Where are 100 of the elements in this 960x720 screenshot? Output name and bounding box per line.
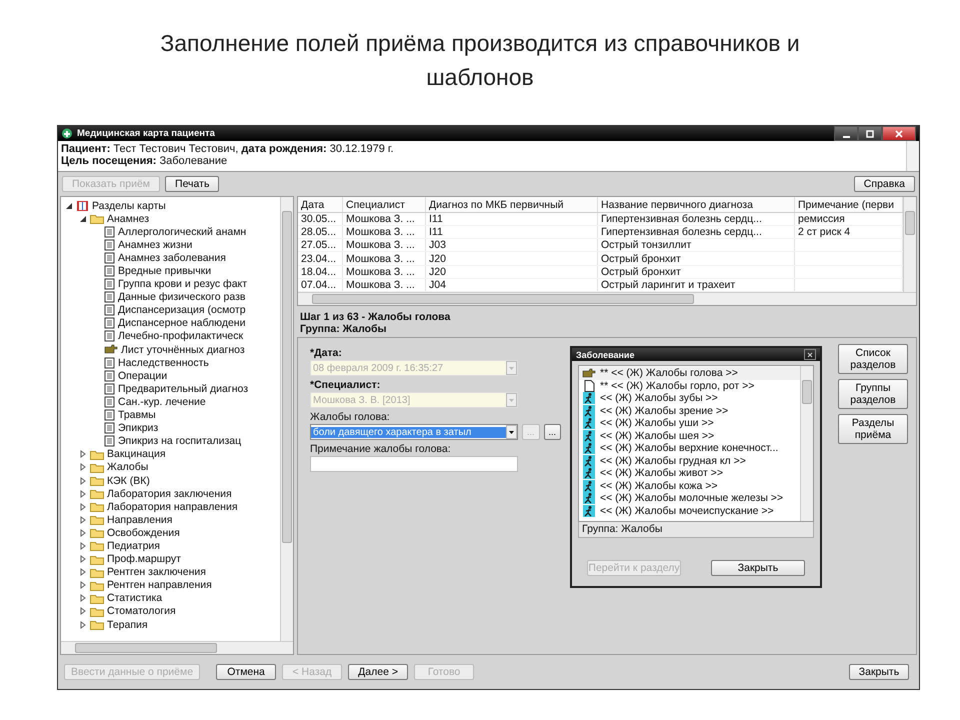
tree-item[interactable]: Педиатрия: [107, 540, 160, 552]
close-icon: [807, 352, 813, 358]
list-item[interactable]: << (Ж) Жалобы мочеиспускание >>: [579, 504, 800, 517]
close-button[interactable]: [804, 349, 816, 360]
scrollbar[interactable]: [903, 197, 916, 292]
list-item[interactable]: ** << (Ж) Жалобы голова >>: [579, 367, 800, 380]
minimize-button[interactable]: [834, 126, 858, 141]
tree-item[interactable]: Группа крови и резус факт: [118, 278, 248, 290]
expander-icon[interactable]: [79, 476, 87, 485]
scrollbar[interactable]: [61, 641, 293, 654]
tree-item[interactable]: Эпикриз на госпитализац: [118, 435, 242, 448]
tree-item[interactable]: КЭК (ВК): [107, 474, 150, 487]
folder-icon: [90, 213, 104, 224]
walking-figure-icon: [582, 417, 596, 430]
scrollbar[interactable]: [906, 141, 919, 171]
wizard-button[interactable]: Далее >: [348, 664, 408, 680]
walking-figure-icon: [582, 404, 596, 417]
expander-icon[interactable]: [79, 214, 87, 223]
tree-item[interactable]: Рентген направления: [107, 579, 212, 592]
tree-item[interactable]: Диспансеризация (осмотр: [118, 304, 246, 316]
list-item[interactable]: << (Ж) Жалобы кожа >>: [579, 480, 800, 492]
input-field[interactable]: [310, 456, 518, 472]
tree-item[interactable]: Освобождения: [107, 526, 180, 539]
tree-item[interactable]: Статистика: [107, 592, 162, 604]
step-group: Группа: Жалобы: [300, 323, 914, 335]
tree-item[interactable]: Травмы: [118, 409, 156, 422]
tree-item[interactable]: Стоматология: [107, 605, 176, 618]
dialog-button[interactable]: Закрыть: [711, 560, 805, 576]
side-button[interactable]: Список разделов: [838, 344, 908, 374]
expander-icon[interactable]: [65, 202, 73, 210]
expander-icon[interactable]: [79, 568, 87, 576]
tree-item[interactable]: Аллергологический анамн: [118, 226, 246, 238]
tree-item[interactable]: Предварительный диагноз: [118, 382, 248, 395]
expander-icon[interactable]: [79, 502, 87, 511]
column-header[interactable]: Примечание (перви: [794, 197, 902, 212]
tree-item[interactable]: Жалобы: [107, 461, 148, 474]
side-button[interactable]: Группы разделов: [838, 379, 908, 409]
list-item[interactable]: << (Ж) Жалобы грудная кл >>: [579, 454, 800, 467]
column-header[interactable]: Диагноз по МКБ первичный: [426, 197, 598, 212]
tree-item[interactable]: Диспансерное наблюдени: [118, 317, 246, 330]
table-cell: Острый бронхит: [601, 252, 681, 265]
toolbar-button[interactable]: Печать: [165, 176, 220, 192]
expander-icon[interactable]: [79, 542, 87, 550]
tree-item[interactable]: Анамнез заболевания: [118, 252, 226, 264]
tree-item[interactable]: Направления: [107, 514, 172, 526]
expander-icon[interactable]: [79, 607, 87, 616]
expander-icon[interactable]: [79, 528, 87, 537]
close-button[interactable]: [882, 126, 916, 141]
help-button[interactable]: Справка: [854, 176, 915, 192]
column-header[interactable]: Дата: [298, 197, 342, 212]
list-item[interactable]: << (Ж) Жалобы уши >>: [579, 417, 800, 430]
list-item[interactable]: << (Ж) Жалобы живот >>: [579, 467, 800, 480]
tree-item[interactable]: Наследственность: [118, 356, 209, 369]
column-header[interactable]: Специалист: [342, 197, 426, 212]
expander-icon[interactable]: [79, 581, 87, 590]
tree-item[interactable]: Эпикриз: [118, 422, 158, 434]
expander-icon[interactable]: [79, 555, 87, 564]
tree-item[interactable]: Данные физического разв: [118, 291, 246, 304]
tree-item[interactable]: Сан.-кур. лечение: [118, 396, 206, 408]
expander-icon[interactable]: [79, 490, 87, 498]
expander-icon[interactable]: [79, 516, 87, 524]
wizard-button[interactable]: Отмена: [216, 664, 276, 680]
close-window-button[interactable]: Закрыть: [849, 664, 909, 680]
tree-item[interactable]: Анамнез: [107, 212, 150, 225]
expander-icon[interactable]: [79, 594, 87, 602]
document-icon: [104, 278, 115, 290]
list-item[interactable]: << (Ж) Жалобы зрение >>: [579, 404, 800, 417]
expander-icon[interactable]: [79, 463, 87, 472]
tree-item[interactable]: Разделы карты: [92, 200, 166, 212]
list-item[interactable]: << (Ж) Жалобы шея >>: [579, 430, 800, 442]
tree-item[interactable]: Лист уточнённых диагноз: [121, 344, 245, 356]
dropdown-field[interactable]: боли давящего характера в затыл: [310, 424, 518, 440]
list-item[interactable]: << (Ж) Жалобы верхние конечност...: [579, 442, 800, 454]
expander-icon[interactable]: [79, 450, 87, 458]
tree-item[interactable]: Лаборатория заключения: [107, 488, 232, 500]
tree-item[interactable]: Вредные привычки: [118, 265, 212, 278]
column-header[interactable]: Название первичного диагноза: [598, 197, 794, 212]
scrollbar[interactable]: [298, 292, 916, 305]
tree-item[interactable]: Лаборатория направления: [107, 500, 238, 513]
scrollbar[interactable]: [280, 197, 293, 641]
walking-figure-icon: [582, 480, 596, 492]
tree-item[interactable]: Лечебно-профилактическ: [118, 330, 244, 342]
scrollbar[interactable]: [800, 366, 813, 521]
tree-item[interactable]: Рентген заключения: [107, 566, 206, 578]
field-label: *Специалист:: [310, 379, 382, 392]
side-button[interactable]: Разделы приёма: [838, 414, 908, 444]
table-cell: 27.05...: [301, 239, 336, 252]
tree-item[interactable]: Вакцинация: [107, 448, 166, 460]
tree-item[interactable]: Анамнез жизни: [118, 238, 192, 251]
maximize-button[interactable]: [858, 126, 882, 141]
tree-item[interactable]: Операции: [118, 370, 168, 382]
list-item[interactable]: << (Ж) Жалобы зубы >>: [579, 392, 800, 404]
expander-icon[interactable]: [79, 620, 87, 629]
table-cell: Острый тонзиллит: [601, 239, 692, 252]
tree-item[interactable]: Проф.маршрут: [107, 553, 181, 566]
browse-button[interactable]: ...: [544, 424, 562, 440]
tree-item[interactable]: Терапия: [107, 618, 148, 631]
list-item[interactable]: ** << (Ж) Жалобы горло, рот >>: [579, 380, 800, 392]
table-cell: 2 ст риск 4: [798, 226, 850, 238]
list-item[interactable]: << (Ж) Жалобы молочные железы >>: [579, 492, 800, 504]
